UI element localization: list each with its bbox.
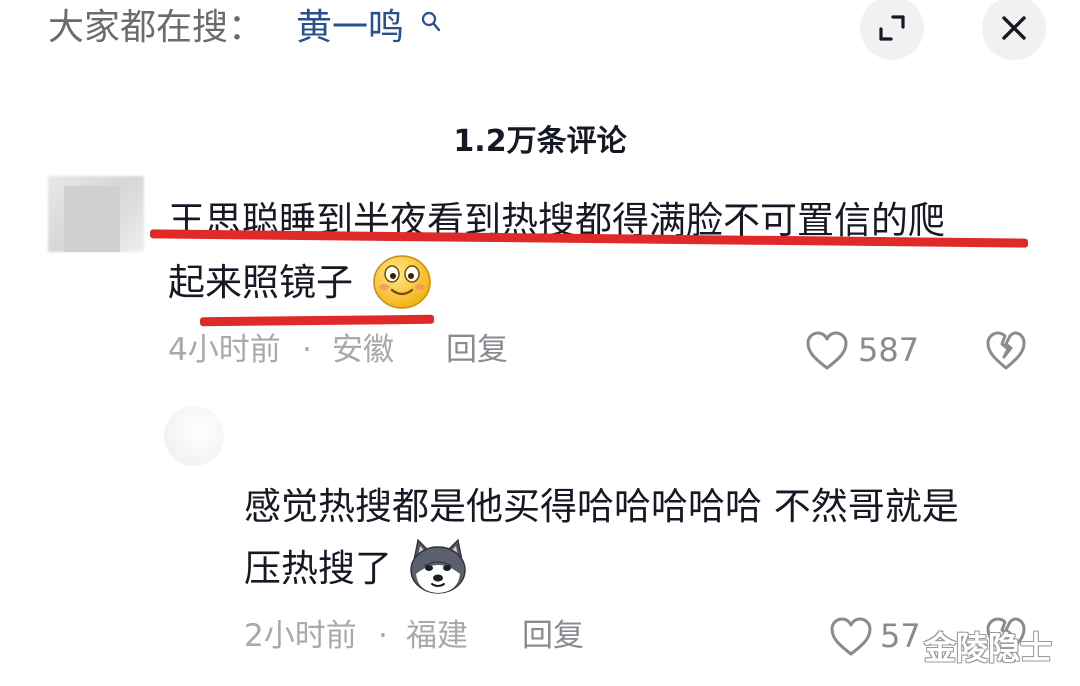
comment-text-line: 压热搜了	[244, 547, 392, 590]
expand-icon	[879, 15, 905, 41]
dislike-broken-heart-icon[interactable]	[984, 330, 1028, 372]
avatar[interactable]	[164, 406, 224, 466]
watermark: 金陵隐士	[924, 629, 1053, 667]
comment-text-line: 感觉热搜都是他买得哈哈哈哈哈 不然哥就是	[244, 485, 959, 528]
expand-button[interactable]	[860, 0, 924, 60]
comment-time: 2小时前	[244, 618, 357, 654]
reply-button[interactable]: 回复	[522, 614, 584, 658]
close-button[interactable]	[982, 0, 1046, 60]
comment-time: 4小时前	[168, 332, 281, 368]
husky-dog-emoji-icon	[410, 538, 466, 594]
like-heart-icon[interactable]	[828, 616, 874, 658]
avatar-blur-overlay	[64, 186, 120, 252]
like-count: 57	[880, 617, 921, 655]
search-hint-term[interactable]: 黄一鸣	[296, 6, 404, 50]
search-icon[interactable]	[420, 10, 442, 34]
comment-location: 福建	[406, 618, 468, 654]
reply-button[interactable]: 回复	[446, 328, 508, 372]
search-hint-prefix: 大家都在搜：	[48, 7, 265, 48]
meta-separator: ·	[302, 332, 312, 368]
comment-count-title: 1.2万条评论	[453, 124, 627, 159]
like-heart-icon[interactable]	[804, 330, 850, 372]
comment-text-line: 起来照镜子	[168, 261, 353, 304]
meta-separator: ·	[378, 618, 388, 654]
smile-emoji-icon	[373, 255, 431, 309]
comment-location: 安徽	[332, 332, 394, 368]
close-icon	[1002, 16, 1026, 40]
like-count: 587	[858, 331, 920, 369]
red-underline-annotation	[199, 314, 435, 327]
